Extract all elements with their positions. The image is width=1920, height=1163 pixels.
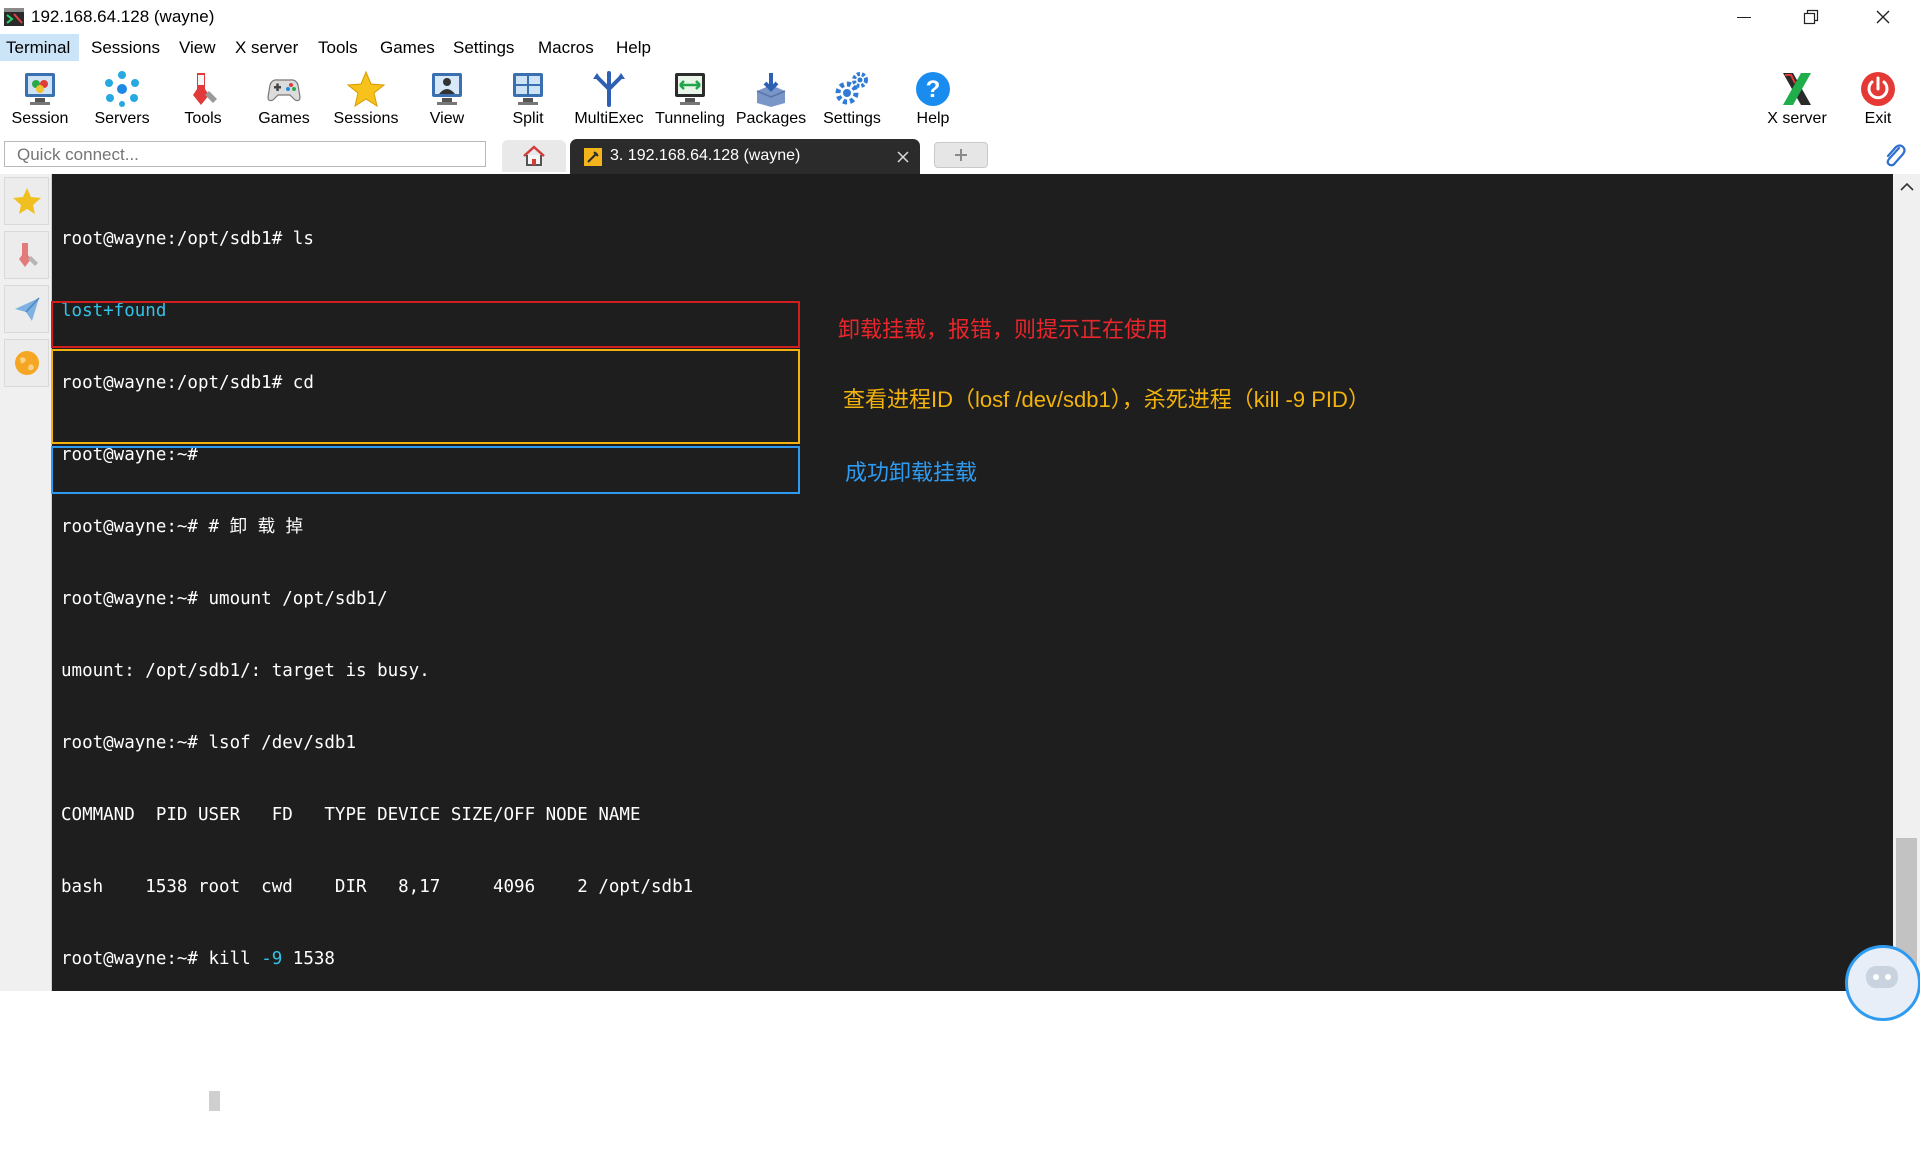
games-icon (267, 79, 301, 102)
sidebar-tools-button[interactable] (4, 231, 49, 279)
terminal-cursor (208, 1091, 220, 1111)
annotation-success: 成功卸载挂载 (845, 460, 978, 485)
plus-icon (955, 149, 967, 161)
minimize-button[interactable] (1714, 0, 1774, 34)
tools-icon (193, 73, 217, 105)
close-button[interactable] (1853, 0, 1913, 34)
window-title: 192.168.64.128 (wayne) (31, 7, 215, 26)
tab-session-3[interactable]: 3. 192.168.64.128 (wayne) (570, 139, 920, 174)
highlight-box-success (51, 446, 800, 494)
terminal-line: root@wayne:~# umount /opt/sdb1/ (61, 1021, 388, 1041)
servers-icon (105, 71, 139, 107)
prompt: root@wayne:~# (61, 1093, 209, 1113)
x-server-icon (1783, 73, 1811, 105)
terminal-line: umount: /opt/sdb1/: target is busy. (61, 661, 430, 681)
terminal-line: root@wayne:~# lsof /dev/sdb1 (61, 733, 357, 753)
tunneling-icon (675, 73, 705, 105)
command-suffix: 1538 (282, 949, 335, 969)
terminal-line: root@wayne:~# # 卸 载 掉 (61, 517, 304, 537)
command-prefix: root@wayne:~# kill (61, 949, 262, 969)
home-tab[interactable] (502, 140, 566, 172)
sidebar-macros-button[interactable] (4, 285, 49, 333)
tab-strip: 3. 192.168.64.128 (wayne) (0, 136, 1920, 174)
split-icon (513, 73, 543, 105)
tunneling-button[interactable]: Tunneling (650, 66, 730, 132)
svg-text:?: ? (926, 76, 941, 103)
annotation-lsof-kill: 查看进程ID（losf /dev/sdb1），杀死进程（kill -9 PID） (843, 387, 1370, 412)
packages-button[interactable]: Packages (731, 66, 811, 132)
split-button[interactable]: Split (488, 66, 568, 132)
tab-terminal-icon (584, 148, 602, 166)
multiexec-button[interactable]: MultiExec (569, 66, 649, 132)
tab-label: 3. 192.168.64.128 (wayne) (610, 147, 801, 164)
view-icon (432, 73, 462, 105)
highlight-box-lsof (51, 349, 800, 444)
menu-terminal[interactable]: Terminal (6, 38, 70, 58)
games-button[interactable]: Games (244, 66, 324, 132)
x-server-button[interactable]: X server (1757, 66, 1837, 132)
menu-tools[interactable]: Tools (318, 38, 358, 58)
help-button[interactable]: ? Help (893, 66, 973, 132)
settings-icon (835, 72, 868, 105)
menu-help[interactable]: Help (616, 38, 651, 58)
terminal-line: root@wayne:~# kill -9 1538 (61, 947, 693, 971)
session-icon (25, 73, 55, 105)
restore-button[interactable] (1781, 0, 1841, 34)
terminal-line: root@wayne:/opt/sdb1# ls (61, 229, 314, 249)
scroll-up-icon[interactable] (1900, 182, 1914, 192)
toolbar: Session Servers Tools Games Sessions Vie… (0, 62, 1920, 136)
assistant-bubble[interactable] (1845, 945, 1920, 1021)
exit-button[interactable]: Exit (1838, 66, 1918, 132)
view-button[interactable]: View (407, 66, 487, 132)
exit-power-icon (1861, 72, 1895, 106)
terminal-area[interactable]: root@wayne:/opt/sdb1# ls lost+found root… (51, 174, 1893, 1113)
restore-icon (1803, 9, 1819, 25)
menu-x-server[interactable]: X server (235, 38, 298, 58)
servers-button[interactable]: Servers (82, 66, 162, 132)
terminal-line: COMMAND PID USER FD TYPE DEVICE SIZE/OFF… (61, 805, 641, 825)
session-button[interactable]: Session (0, 66, 80, 132)
highlight-box-error (51, 301, 800, 348)
help-icon: ? (916, 72, 950, 106)
menu-view[interactable]: View (179, 38, 216, 58)
packages-icon (756, 73, 786, 107)
sessions-star-icon (346, 70, 386, 108)
home-icon (523, 145, 545, 166)
menu-games[interactable]: Games (380, 38, 435, 58)
tools-button[interactable]: Tools (163, 66, 243, 132)
paper-plane-icon (14, 297, 40, 321)
left-sidebar (0, 174, 52, 991)
exit-label: Exit (1864, 110, 1892, 127)
help-label: Help (916, 110, 950, 127)
sidebar-sessions-button[interactable] (4, 177, 49, 225)
settings-button[interactable]: Settings (812, 66, 892, 132)
attachment-icon[interactable] (1882, 142, 1906, 168)
close-icon (1876, 10, 1890, 24)
sessions-button[interactable]: Sessions (326, 66, 406, 132)
sidebar-sftp-button[interactable] (4, 339, 49, 387)
menu-bar: Terminal Sessions View X server Tools Ga… (0, 34, 1920, 62)
terminal-line: root@wayne:~# (61, 1091, 693, 1115)
app-logo-icon (4, 8, 24, 26)
menu-sessions[interactable]: Sessions (91, 38, 160, 58)
menu-settings[interactable]: Settings (453, 38, 514, 58)
robot-icon (1866, 966, 1898, 988)
new-tab-button[interactable] (934, 142, 988, 168)
globe-icon (14, 351, 39, 375)
command-flag: -9 (261, 949, 283, 969)
star-icon (12, 188, 41, 214)
menu-macros[interactable]: Macros (538, 38, 594, 58)
annotation-error: 卸载挂载，报错，则提示正在使用 (838, 317, 1169, 342)
terminal-line: root@wayne:~# umount /opt/sdb1/ (61, 589, 388, 609)
title-bar: 192.168.64.128 (wayne) (0, 0, 1920, 34)
vertical-scrollbar[interactable] (1893, 174, 1920, 991)
quick-connect-input[interactable] (4, 141, 486, 167)
tools-icon (18, 243, 38, 267)
minimize-icon (1737, 16, 1751, 18)
tab-close-icon[interactable] (897, 151, 909, 163)
multiexec-icon (593, 71, 625, 107)
terminal-line: bash 1538 root cwd DIR 8,17 4096 2 /opt/… (61, 877, 694, 897)
